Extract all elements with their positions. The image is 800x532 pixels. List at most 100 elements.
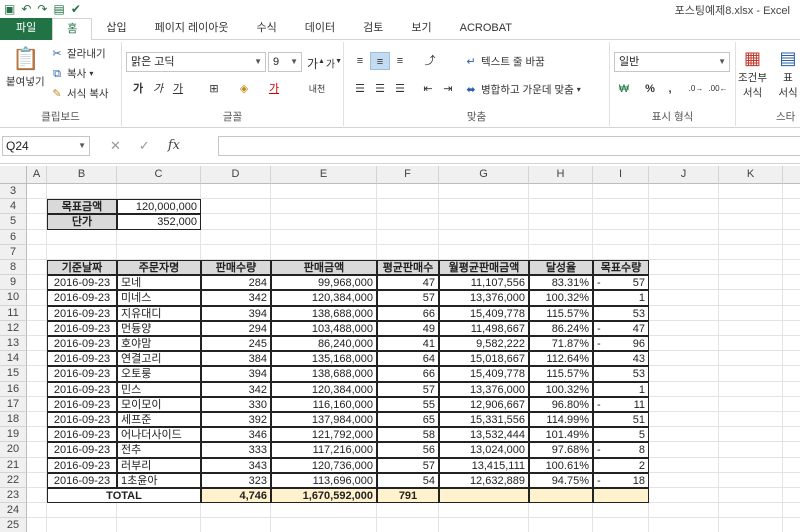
wrap-text-button[interactable]: ↵ 텍스트 줄 바꿈 (464, 54, 544, 69)
name-cell[interactable]: 러부리 (117, 457, 201, 473)
avg-cell[interactable]: 56 (377, 442, 439, 458)
table-header-cell[interactable]: 주문자명 (117, 260, 201, 276)
date-cell[interactable]: 2016-09-23 (47, 472, 117, 488)
qty-cell[interactable]: 284 (201, 275, 271, 291)
cut-button[interactable]: ✂ 잘라내기 (50, 46, 105, 61)
column-header[interactable]: B (47, 166, 117, 184)
row-header[interactable]: 11 (0, 305, 27, 321)
achievement-cell[interactable]: 100.61% (529, 457, 593, 473)
row-header[interactable]: 10 (0, 290, 27, 306)
qty-cell[interactable]: 323 (201, 472, 271, 488)
target-qty-cell[interactable]: 1 (593, 290, 649, 306)
avg-cell[interactable]: 54 (377, 472, 439, 488)
select-all-corner[interactable] (0, 166, 27, 184)
row-header[interactable]: 9 (0, 275, 27, 291)
italic-button[interactable]: 가 (148, 80, 168, 98)
column-header[interactable]: A (27, 166, 47, 184)
table-header-cell[interactable]: 기준날짜 (47, 260, 117, 276)
column-header[interactable]: K (719, 166, 783, 184)
amount-cell[interactable]: 121,792,000 (271, 427, 377, 443)
row-header[interactable]: 5 (0, 214, 27, 230)
save-icon[interactable]: ▣ (4, 1, 15, 17)
row-header[interactable]: 21 (0, 457, 27, 473)
currency-icon[interactable]: ₩ (614, 80, 634, 98)
tab-insert[interactable]: 삽입 (92, 18, 140, 40)
avg-cell[interactable]: 66 (377, 366, 439, 382)
redo-icon[interactable]: ↷ (37, 1, 47, 17)
percent-button[interactable]: % (640, 80, 660, 98)
comma-button[interactable]: , (660, 80, 680, 98)
row-header[interactable]: 20 (0, 442, 27, 458)
date-cell[interactable]: 2016-09-23 (47, 442, 117, 458)
row-header[interactable]: 12 (0, 320, 27, 336)
bold-button[interactable]: 가 (128, 80, 148, 98)
total-empty-cell[interactable] (439, 488, 529, 504)
target-qty-cell[interactable]: 8- (593, 442, 649, 458)
amount-cell[interactable]: 137,984,000 (271, 412, 377, 428)
qty-cell[interactable]: 392 (201, 412, 271, 428)
column-header[interactable]: L (783, 166, 800, 184)
tab-home[interactable]: 홈 (52, 18, 93, 41)
table-header-cell[interactable]: 평균판매수 (377, 260, 439, 276)
amount-cell[interactable]: 103,488,000 (271, 320, 377, 336)
align-left-icon[interactable]: ☰ (350, 80, 370, 98)
date-cell[interactable]: 2016-09-23 (47, 381, 117, 397)
name-cell[interactable]: 1초윤아 (117, 472, 201, 488)
qty-cell[interactable]: 330 (201, 396, 271, 412)
monthly-avg-cell[interactable]: 13,376,000 (439, 381, 529, 397)
grow-font-button[interactable]: 가▲ (306, 53, 326, 71)
tab-view[interactable]: 보기 (397, 18, 445, 40)
date-cell[interactable]: 2016-09-23 (47, 412, 117, 428)
date-cell[interactable]: 2016-09-23 (47, 336, 117, 352)
price-value[interactable]: 352,000 (117, 214, 201, 230)
name-cell[interactable]: 민스 (117, 381, 201, 397)
amount-cell[interactable]: 117,216,000 (271, 442, 377, 458)
font-color-button[interactable]: 가 (264, 80, 284, 98)
conditional-format-button[interactable]: ▦ 조건부 서식 (738, 46, 767, 100)
number-format-select[interactable]: 일반 ▼ (614, 52, 730, 72)
border-icon[interactable]: ⊞ (204, 80, 224, 98)
align-right-icon[interactable]: ☰ (390, 80, 410, 98)
align-center-icon[interactable]: ☰ (370, 80, 390, 98)
table-header-cell[interactable]: 월평균판매금액 (439, 260, 529, 276)
total-amount[interactable]: 1,670,592,000 (271, 488, 377, 504)
date-cell[interactable]: 2016-09-23 (47, 275, 117, 291)
avg-cell[interactable]: 66 (377, 305, 439, 321)
amount-cell[interactable]: 138,688,000 (271, 366, 377, 382)
worksheet-grid[interactable]: ABCDEFGHIJKL3456789101112131415161718192… (0, 166, 800, 532)
shrink-font-button[interactable]: 가▼ (324, 53, 344, 71)
underline-button[interactable]: 가 (168, 80, 188, 98)
amount-cell[interactable]: 138,688,000 (271, 305, 377, 321)
table-header-cell[interactable]: 달성율 (529, 260, 593, 276)
achievement-cell[interactable]: 83.31% (529, 275, 593, 291)
decrease-decimal-icon[interactable]: .00← (708, 80, 728, 98)
achievement-cell[interactable]: 101.49% (529, 427, 593, 443)
qty-cell[interactable]: 343 (201, 457, 271, 473)
avg-cell[interactable]: 55 (377, 396, 439, 412)
column-header[interactable]: E (271, 166, 377, 184)
align-middle-icon[interactable]: ≡ (370, 52, 390, 70)
target-qty-cell[interactable]: 5 (593, 427, 649, 443)
target-qty-cell[interactable]: 1 (593, 381, 649, 397)
goal-label[interactable]: 목표금액 (47, 199, 117, 215)
date-cell[interactable]: 2016-09-23 (47, 305, 117, 321)
monthly-avg-cell[interactable]: 12,906,667 (439, 396, 529, 412)
date-cell[interactable]: 2016-09-23 (47, 457, 117, 473)
target-qty-cell[interactable]: 47- (593, 320, 649, 336)
format-as-table-button[interactable]: ▤ 표 서식 (778, 46, 798, 100)
name-cell[interactable]: 호야맘 (117, 336, 201, 352)
achievement-cell[interactable]: 97.68% (529, 442, 593, 458)
column-header[interactable]: C (117, 166, 201, 184)
achievement-cell[interactable]: 100.32% (529, 381, 593, 397)
table-header-cell[interactable]: 판매금액 (271, 260, 377, 276)
align-top-icon[interactable]: ≡ (350, 52, 370, 70)
font-name-select[interactable]: 맑은 고딕 ▼ (126, 52, 266, 72)
target-qty-cell[interactable]: 11- (593, 396, 649, 412)
target-qty-cell[interactable]: 51 (593, 412, 649, 428)
monthly-avg-cell[interactable]: 13,024,000 (439, 442, 529, 458)
target-qty-cell[interactable]: 18- (593, 472, 649, 488)
total-qty[interactable]: 4,746 (201, 488, 271, 504)
column-header[interactable]: I (593, 166, 649, 184)
cancel-icon[interactable]: ✕ (110, 138, 121, 154)
font-size-select[interactable]: 9 ▼ (268, 52, 302, 72)
